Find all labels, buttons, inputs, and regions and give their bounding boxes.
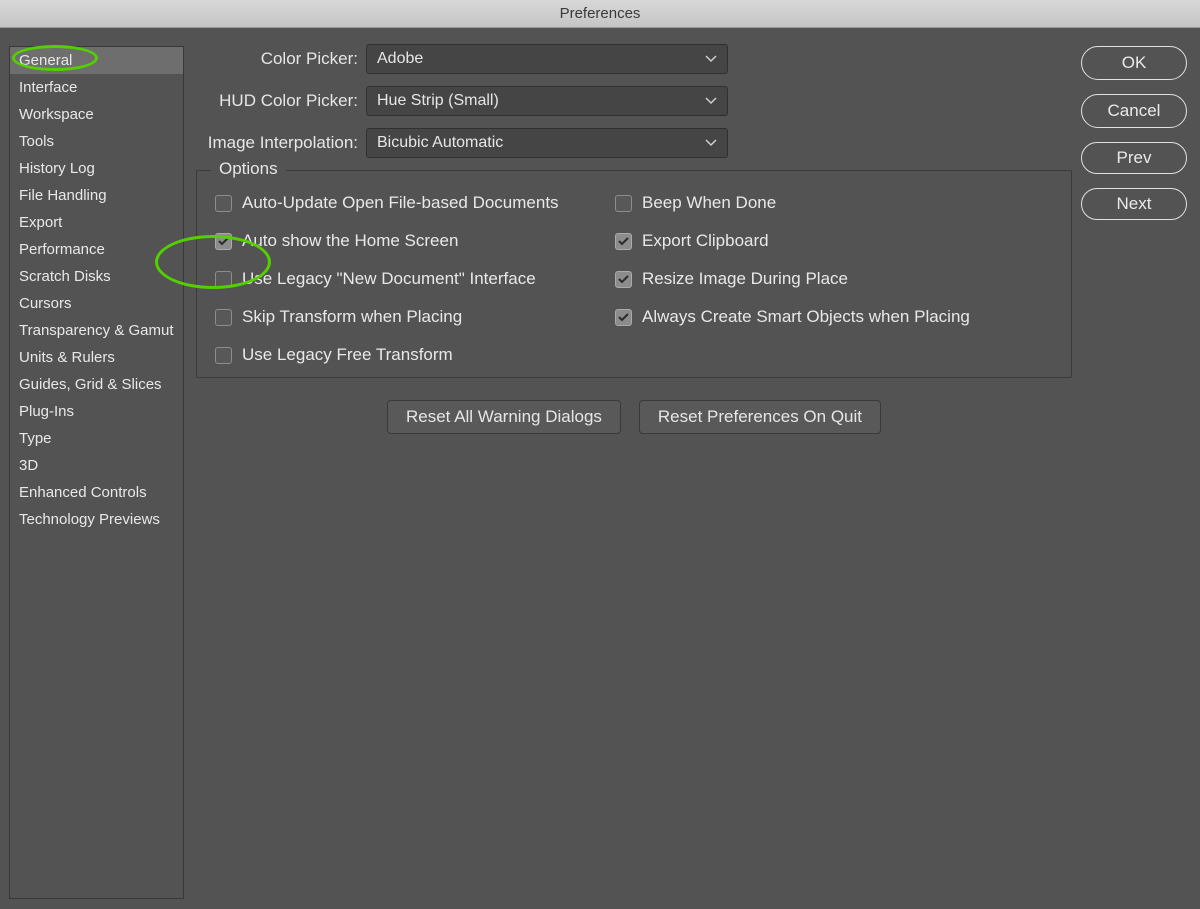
hud-color-picker-select[interactable]: Hue Strip (Small) <box>366 86 728 116</box>
checkbox-label: Use Legacy Free Transform <box>242 345 453 365</box>
sidebar-item-label: Units & Rulers <box>19 349 115 366</box>
checkbox-icon <box>615 233 632 250</box>
bottom-buttons: Reset All Warning Dialogs Reset Preferen… <box>196 400 1072 434</box>
image-interpolation-label: Image Interpolation: <box>196 133 366 153</box>
chevron-down-icon <box>705 97 717 105</box>
sidebar-item-transparency-gamut[interactable]: Transparency & Gamut <box>10 317 183 344</box>
hud-color-picker-row: HUD Color Picker: Hue Strip (Small) <box>196 86 1076 116</box>
checkbox-icon <box>215 347 232 364</box>
sidebar-item-3d[interactable]: 3D <box>10 452 183 479</box>
sidebar-item-label: Interface <box>19 79 77 96</box>
checkbox-label: Skip Transform when Placing <box>242 307 462 327</box>
image-interpolation-value: Bicubic Automatic <box>377 134 503 152</box>
checkbox-icon <box>615 309 632 326</box>
checkbox-label: Auto show the Home Screen <box>242 231 458 251</box>
sidebar-item-label: Tools <box>19 133 54 150</box>
sidebar-item-tools[interactable]: Tools <box>10 128 183 155</box>
prev-button[interactable]: Prev <box>1081 142 1187 174</box>
sidebar-item-label: Plug-Ins <box>19 403 74 420</box>
color-picker-label: Color Picker: <box>196 49 366 69</box>
sidebar-item-units-rulers[interactable]: Units & Rulers <box>10 344 183 371</box>
options-fieldset: Options Auto-Update Open File-based Docu… <box>196 170 1072 378</box>
option-use-legacy-new-document-interface[interactable]: Use Legacy "New Document" Interface <box>215 269 615 289</box>
sidebar-item-label: Technology Previews <box>19 511 160 528</box>
sidebar-item-workspace[interactable]: Workspace <box>10 101 183 128</box>
checkbox-icon <box>615 195 632 212</box>
checkbox-label: Beep When Done <box>642 193 776 213</box>
option-export-clipboard[interactable]: Export Clipboard <box>615 231 1055 251</box>
checkbox-icon <box>215 271 232 288</box>
checkbox-label: Always Create Smart Objects when Placing <box>642 307 970 327</box>
preferences-window: General Interface Workspace Tools History Lo… <box>0 28 1200 909</box>
sidebar-item-label: File Handling <box>19 187 107 204</box>
option-always-create-smart-objects-when-placing[interactable]: Always Create Smart Objects when Placing <box>615 307 1055 327</box>
sidebar-item-type[interactable]: Type <box>10 425 183 452</box>
sidebar-item-label: Type <box>19 430 52 447</box>
color-picker-select[interactable]: Adobe <box>366 44 728 74</box>
checkbox-icon <box>215 195 232 212</box>
sidebar-item-label: General <box>19 52 72 69</box>
checkbox-label: Auto-Update Open File-based Documents <box>242 193 559 213</box>
sidebar-item-guides-grid-slices[interactable]: Guides, Grid & Slices <box>10 371 183 398</box>
sidebar-item-scratch-disks[interactable]: Scratch Disks <box>10 263 183 290</box>
options-legend: Options <box>211 159 286 179</box>
sidebar-item-history-log[interactable]: History Log <box>10 155 183 182</box>
option-auto-update-open-file-based-documents[interactable]: Auto-Update Open File-based Documents <box>215 193 615 213</box>
dialog-buttons: OK Cancel Prev Next <box>1081 46 1187 220</box>
sidebar-item-label: 3D <box>19 457 38 474</box>
sidebar-item-label: Enhanced Controls <box>19 484 147 501</box>
sidebar-item-label: Workspace <box>19 106 94 123</box>
image-interpolation-select[interactable]: Bicubic Automatic <box>366 128 728 158</box>
sidebar-item-interface[interactable]: Interface <box>10 74 183 101</box>
reset-warnings-button[interactable]: Reset All Warning Dialogs <box>387 400 621 434</box>
hud-color-picker-label: HUD Color Picker: <box>196 91 366 111</box>
checkbox-label: Export Clipboard <box>642 231 769 251</box>
window-title: Preferences <box>0 0 1200 28</box>
sidebar-item-label: Guides, Grid & Slices <box>19 376 162 393</box>
checkbox-icon <box>215 233 232 250</box>
checkbox-label: Resize Image During Place <box>642 269 848 289</box>
sidebar-item-general[interactable]: General <box>10 47 183 74</box>
chevron-down-icon <box>705 139 717 147</box>
chevron-down-icon <box>705 55 717 63</box>
sidebar-item-export[interactable]: Export <box>10 209 183 236</box>
color-picker-row: Color Picker: Adobe <box>196 44 1076 74</box>
sidebar-item-label: Cursors <box>19 295 72 312</box>
general-panel: Color Picker: Adobe HUD Color Picker: Hu… <box>196 44 1076 434</box>
category-sidebar: General Interface Workspace Tools History Lo… <box>9 46 184 899</box>
sidebar-item-label: History Log <box>19 160 95 177</box>
next-button[interactable]: Next <box>1081 188 1187 220</box>
checkbox-icon <box>615 271 632 288</box>
option-resize-image-during-place[interactable]: Resize Image During Place <box>615 269 1055 289</box>
sidebar-item-label: Export <box>19 214 62 231</box>
sidebar-item-label: Performance <box>19 241 105 258</box>
reset-prefs-button[interactable]: Reset Preferences On Quit <box>639 400 881 434</box>
hud-color-picker-value: Hue Strip (Small) <box>377 92 499 110</box>
color-picker-value: Adobe <box>377 50 423 68</box>
sidebar-item-label: Transparency & Gamut <box>19 322 174 339</box>
sidebar-item-technology-previews[interactable]: Technology Previews <box>10 506 183 533</box>
checkbox-label: Use Legacy "New Document" Interface <box>242 269 536 289</box>
sidebar-item-label: Scratch Disks <box>19 268 111 285</box>
option-beep-when-done[interactable]: Beep When Done <box>615 193 1055 213</box>
option-skip-transform-when-placing[interactable]: Skip Transform when Placing <box>215 307 615 327</box>
cancel-button[interactable]: Cancel <box>1081 94 1187 128</box>
sidebar-item-cursors[interactable]: Cursors <box>10 290 183 317</box>
option-use-legacy-free-transform[interactable]: Use Legacy Free Transform <box>215 345 615 365</box>
sidebar-item-enhanced-controls[interactable]: Enhanced Controls <box>10 479 183 506</box>
ok-button[interactable]: OK <box>1081 46 1187 80</box>
sidebar-item-plug-ins[interactable]: Plug-Ins <box>10 398 183 425</box>
checkbox-icon <box>215 309 232 326</box>
option-auto-show-the-home-screen[interactable]: Auto show the Home Screen <box>215 231 615 251</box>
sidebar-item-performance[interactable]: Performance <box>10 236 183 263</box>
sidebar-item-file-handling[interactable]: File Handling <box>10 182 183 209</box>
image-interpolation-row: Image Interpolation: Bicubic Automatic <box>196 128 1076 158</box>
